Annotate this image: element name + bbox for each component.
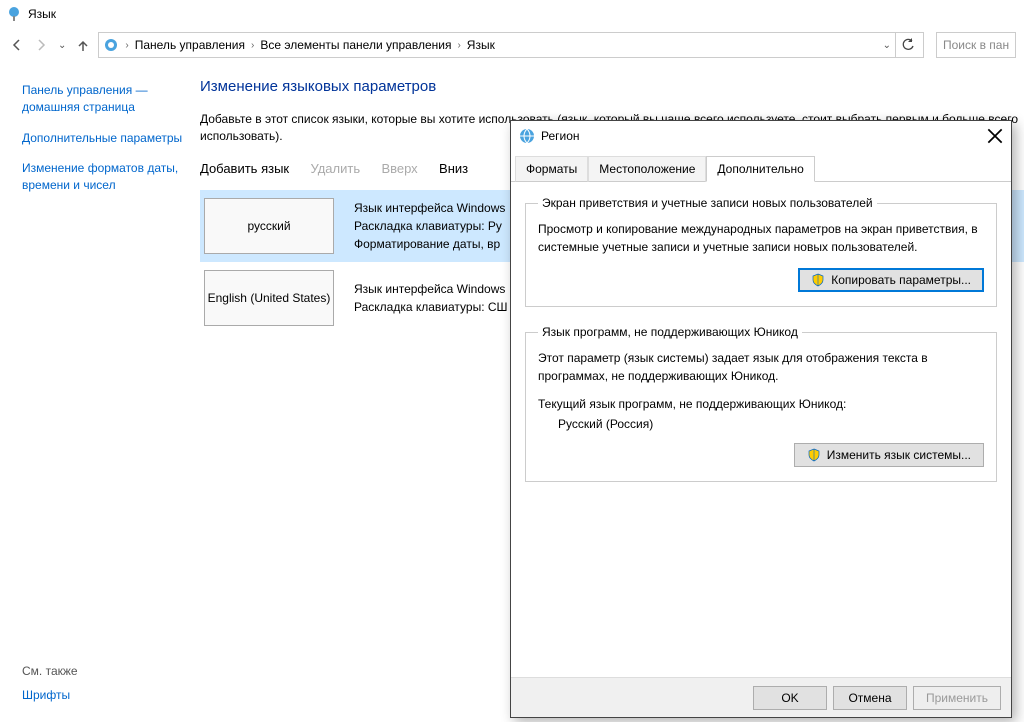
ok-button[interactable]: OK — [753, 686, 827, 710]
dialog-footer: OK Отмена Применить — [511, 677, 1011, 717]
welcome-screen-group: Экран приветствия и учетные записи новых… — [525, 196, 997, 307]
sidebar: Панель управления — домашняя страница До… — [0, 62, 200, 722]
search-input[interactable]: Поиск в пан — [936, 32, 1016, 58]
see-also-fonts[interactable]: Шрифты — [22, 688, 78, 702]
move-down-button[interactable]: Вниз — [439, 161, 468, 176]
non-unicode-group: Язык программ, не поддерживающих Юникод … — [525, 325, 997, 482]
tab-advanced[interactable]: Дополнительно — [706, 156, 814, 182]
language-details: Язык интерфейса Windows Раскладка клавиа… — [354, 199, 505, 253]
current-language-value: Русский (Россия) — [538, 417, 984, 431]
move-up-button[interactable]: Вверх — [381, 161, 417, 176]
group-text: Просмотр и копирование международных пар… — [538, 220, 984, 256]
button-label: Изменить язык системы... — [827, 448, 971, 462]
up-button[interactable] — [74, 36, 92, 54]
address-dropdown[interactable]: ⌄ — [881, 40, 893, 51]
window-title: Язык — [28, 7, 56, 21]
current-language-label: Текущий язык программ, не поддерживающих… — [538, 397, 984, 411]
app-icon — [6, 6, 22, 22]
add-language-button[interactable]: Добавить язык — [200, 161, 289, 176]
dialog-tabs: Форматы Местоположение Дополнительно — [511, 151, 1011, 182]
page-title: Изменение языковых параметров — [200, 78, 1024, 95]
language-card[interactable]: English (United States) — [204, 270, 334, 326]
shield-icon — [807, 448, 821, 462]
sidebar-link-advanced[interactable]: Дополнительные параметры — [22, 130, 192, 147]
group-text: Этот параметр (язык системы) задает язык… — [538, 349, 984, 385]
globe-icon — [519, 128, 535, 144]
remove-button[interactable]: Удалить — [310, 161, 360, 176]
search-placeholder: Поиск в пан — [943, 38, 1009, 52]
sidebar-link-formats[interactable]: Изменение форматов даты, времени и чисел — [22, 160, 192, 194]
group-legend: Экран приветствия и учетные записи новых… — [538, 196, 877, 210]
sidebar-link-home[interactable]: Панель управления — домашняя страница — [22, 82, 192, 116]
chevron-right-icon: › — [123, 40, 130, 51]
recent-dropdown[interactable]: ⌄ — [56, 40, 68, 51]
shield-icon — [811, 273, 825, 287]
tab-location[interactable]: Местоположение — [588, 156, 706, 182]
dialog-title-bar[interactable]: Регион — [511, 121, 1011, 151]
group-legend: Язык программ, не поддерживающих Юникод — [538, 325, 802, 339]
forward-button[interactable] — [32, 36, 50, 54]
breadcrumb-item-2[interactable]: Язык — [465, 38, 497, 52]
nav-bar: ⌄ › Панель управления › Все элементы пан… — [0, 28, 1024, 62]
change-system-locale-button[interactable]: Изменить язык системы... — [794, 443, 984, 467]
title-bar: Язык — [0, 0, 1024, 28]
language-details: Язык интерфейса Windows Раскладка клавиа… — [354, 280, 508, 316]
dialog-body: Экран приветствия и учетные записи новых… — [511, 182, 1011, 514]
address-bar[interactable]: › Панель управления › Все элементы панел… — [98, 32, 924, 58]
dialog-title: Регион — [541, 129, 987, 143]
breadcrumb-item-0[interactable]: Панель управления — [133, 38, 247, 52]
back-button[interactable] — [8, 36, 26, 54]
close-button[interactable] — [987, 128, 1003, 144]
region-dialog: Регион Форматы Местоположение Дополнител… — [510, 120, 1012, 718]
language-card[interactable]: русский — [204, 198, 334, 254]
cancel-button[interactable]: Отмена — [833, 686, 907, 710]
copy-settings-button[interactable]: Копировать параметры... — [798, 268, 984, 292]
control-panel-icon — [103, 37, 119, 53]
refresh-button[interactable] — [895, 33, 919, 57]
chevron-right-icon: › — [455, 40, 462, 51]
see-also: См. также Шрифты — [22, 664, 78, 702]
breadcrumb-item-1[interactable]: Все элементы панели управления — [258, 38, 453, 52]
apply-button[interactable]: Применить — [913, 686, 1001, 710]
tab-formats[interactable]: Форматы — [515, 156, 588, 182]
chevron-right-icon: › — [249, 40, 256, 51]
current-language-block: Текущий язык программ, не поддерживающих… — [538, 397, 984, 431]
button-label: Копировать параметры... — [831, 273, 971, 287]
see-also-label: См. также — [22, 664, 78, 678]
